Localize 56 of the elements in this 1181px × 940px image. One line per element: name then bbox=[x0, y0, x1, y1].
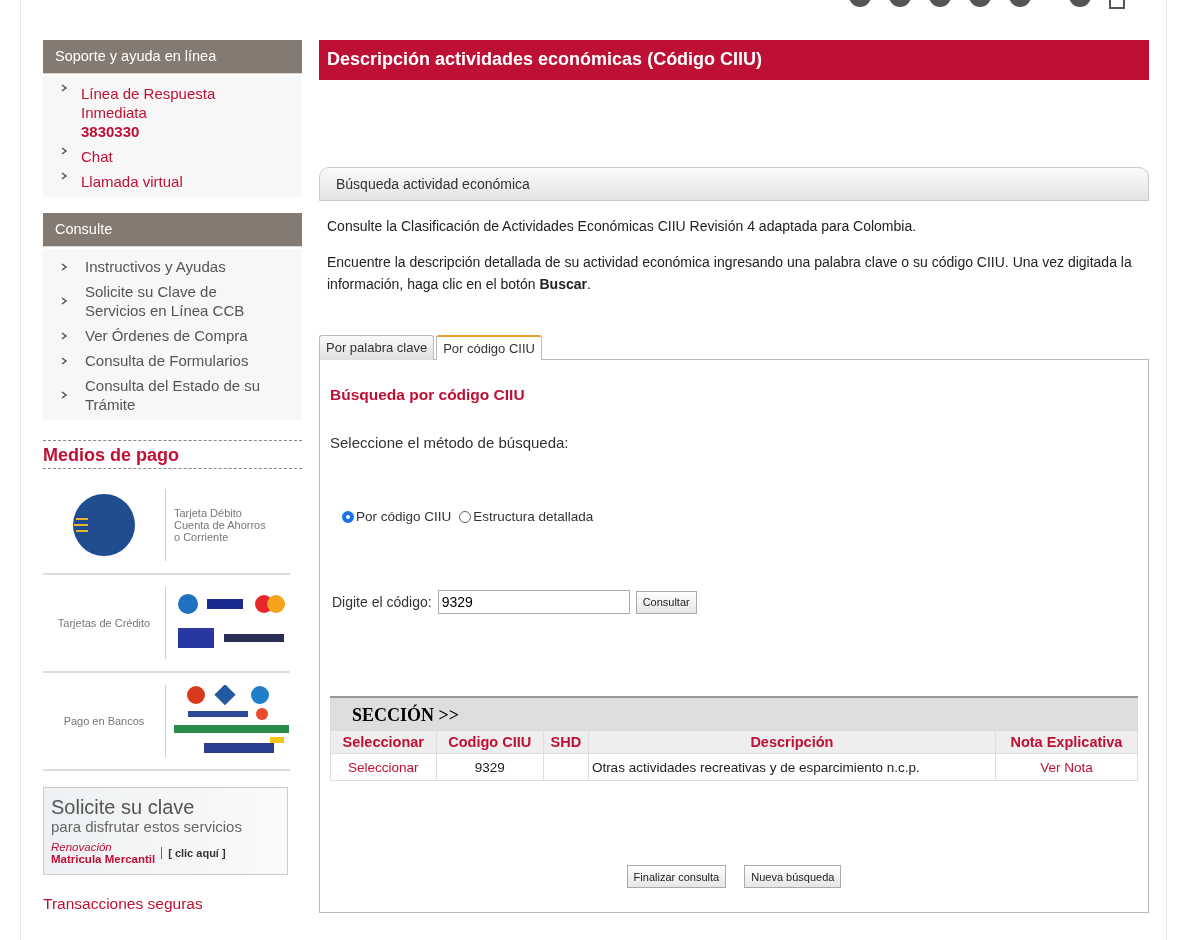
payment-label: Tarjeta Débito Cuenta de Ahorros o Corriente bbox=[174, 507, 267, 543]
radio-button[interactable] bbox=[342, 510, 354, 523]
caret-icon bbox=[61, 391, 67, 399]
banner-link[interactable]: [ clic aquí ] bbox=[161, 847, 226, 859]
sidebar-link[interactable]: Instructivos y Ayudas bbox=[79, 257, 265, 276]
caret-icon bbox=[61, 297, 67, 305]
payment-heading: Medios de pago bbox=[43, 440, 302, 469]
column-header: Codigo CIIU bbox=[436, 730, 544, 754]
payment-label: Pago en Bancos bbox=[63, 715, 145, 727]
sidebar-link[interactable]: Solicite su Clave de Servicios en Línea CCB bbox=[79, 282, 265, 320]
secure-transactions-link[interactable]: Transacciones seguras bbox=[43, 895, 302, 913]
caret-icon bbox=[61, 84, 67, 92]
consult-button[interactable]: Consultar bbox=[635, 590, 697, 614]
caret-icon bbox=[61, 331, 67, 340]
radio-label[interactable]: Por código CIIU bbox=[356, 509, 452, 524]
pse-logo bbox=[72, 493, 136, 557]
caret-icon bbox=[61, 262, 67, 271]
panel-header: Búsqueda actividad económica bbox=[319, 167, 1149, 201]
column-header: SHD bbox=[543, 730, 589, 754]
payment-label: Tarjetas de Crédito bbox=[57, 617, 151, 629]
sidebar-heading: Soporte y ayuda en línea bbox=[43, 40, 302, 74]
sidebar-link[interactable]: Chat bbox=[81, 147, 241, 166]
caret-icon bbox=[61, 172, 67, 180]
renewal-banner[interactable]: Solicite su clave para disfrutar estos servicios Renovación Matricula Mercantil [ clic aquí ] bbox=[43, 787, 288, 875]
select-link[interactable]: Seleccionar bbox=[330, 753, 437, 781]
code-label: Digite el código: bbox=[332, 594, 432, 610]
table-cell: 9329 bbox=[436, 753, 544, 781]
sidebar-link[interactable]: Consulta de Formularios bbox=[79, 351, 265, 370]
search-tab[interactable]: Por palabra clave bbox=[319, 335, 435, 360]
sidebar-link[interactable]: Consulta del Estado de su Trámite bbox=[79, 376, 265, 414]
sidebar-heading: Consulte bbox=[43, 213, 302, 247]
page-title: Descripción actividades económicas (Código CIIU) bbox=[319, 40, 1149, 80]
results-heading: SECCIÓN >> bbox=[330, 696, 1138, 730]
sidebar-link[interactable]: Llamada virtual bbox=[81, 172, 241, 191]
code-field[interactable]: 9329 bbox=[437, 590, 630, 614]
sidebar-link[interactable]: Ver Órdenes de Compra bbox=[79, 326, 265, 345]
radio-label[interactable]: Estructura detallada bbox=[473, 509, 594, 524]
caret-icon bbox=[61, 356, 67, 365]
caret-icon bbox=[61, 147, 67, 155]
form-button[interactable]: Nueva búsqueda bbox=[744, 865, 842, 888]
column-header: Nota Explicativa bbox=[995, 730, 1138, 754]
banner-tagline: Renovación Matricula Mercantil bbox=[51, 841, 156, 865]
banner-subtitle: para disfrutar estos servicios bbox=[51, 818, 243, 835]
column-header: Descripción bbox=[588, 730, 996, 754]
method-label: Seleccione el método de búsqueda: bbox=[330, 434, 570, 451]
banner-title: Solicite su clave bbox=[51, 796, 196, 818]
sidebar-link[interactable]: Línea de Respuesta Inmediata 3830330 bbox=[81, 84, 241, 141]
table-cell: Otras actividades recreativas y de esparcimiento n.c.p. bbox=[588, 753, 996, 781]
search-tab[interactable]: Por código CIIU bbox=[436, 335, 542, 360]
intro-text: Consulte la Clasificación de Actividades Económicas CIIU Revisión 4 adaptada para Colombia. bbox=[327, 217, 918, 236]
instructions-text: Encuentre la descripción detallada de su actividad económica ingresando una palabra clave o su código CIIU. Una vez digitada la información, haga clic en el botón Buscar. bbox=[327, 253, 1133, 294]
column-header: Seleccionar bbox=[330, 730, 437, 754]
form-button[interactable]: Finalizar consulta bbox=[626, 865, 727, 888]
note-link[interactable]: Ver Nota bbox=[995, 753, 1138, 781]
form-heading: Búsqueda por código CIIU bbox=[330, 386, 526, 404]
radio-button[interactable] bbox=[459, 510, 472, 523]
